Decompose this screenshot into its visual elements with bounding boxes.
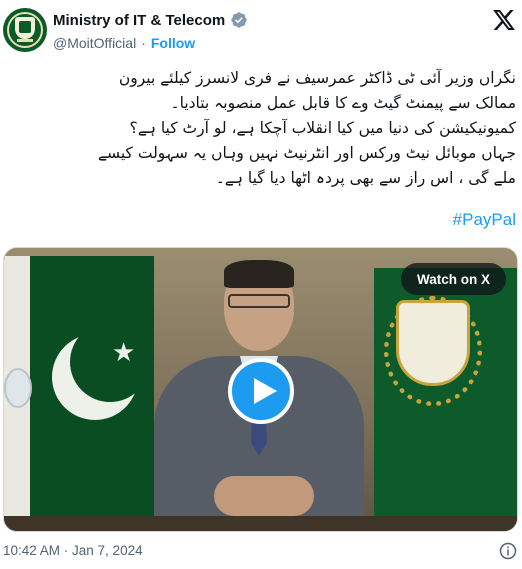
video-player[interactable]: ★ Watch on X [3,247,518,532]
desk [4,516,517,531]
x-logo-icon[interactable] [493,10,515,30]
account-handle[interactable]: @MoitOfficial [53,35,136,51]
emblem-icon [15,17,35,39]
tweet-timestamp[interactable]: 10:42 AM · Jan 7, 2024 [3,543,143,558]
info-icon[interactable] [499,542,517,560]
play-button[interactable] [228,358,294,424]
decorative-plate [4,368,32,408]
handle-row: @MoitOfficial · Follow [53,35,195,51]
follow-button[interactable]: Follow [151,35,195,51]
name-row: Ministry of IT & Telecom [53,11,248,29]
account-display-name[interactable]: Ministry of IT & Telecom [53,12,225,29]
speaker-hair [224,260,294,288]
tweet-footer: 10:42 AM · Jan 7, 2024 [3,542,519,562]
tweet-header: Ministry of IT & Telecom @MoitOfficial ·… [0,0,522,62]
avatar-scroll [17,39,33,42]
flag-crescent-cut [70,322,150,402]
verified-badge-icon [231,12,247,28]
separator-dot: · [141,35,146,51]
tweet-text: نگراں وزیر آئی ٹی ڈاکٹر عمرسیف نے فری لا… [97,69,516,187]
speaker-hands [214,476,314,516]
speaker-glasses [228,294,290,308]
account-avatar[interactable] [3,8,47,52]
flag-star: ★ [112,338,136,368]
watch-on-x-button[interactable]: Watch on X [401,263,506,295]
hashtag-link[interactable]: #PayPal [453,210,516,230]
flag-crest [396,300,470,386]
ministry-flag-image [374,268,517,531]
play-icon [254,378,277,404]
